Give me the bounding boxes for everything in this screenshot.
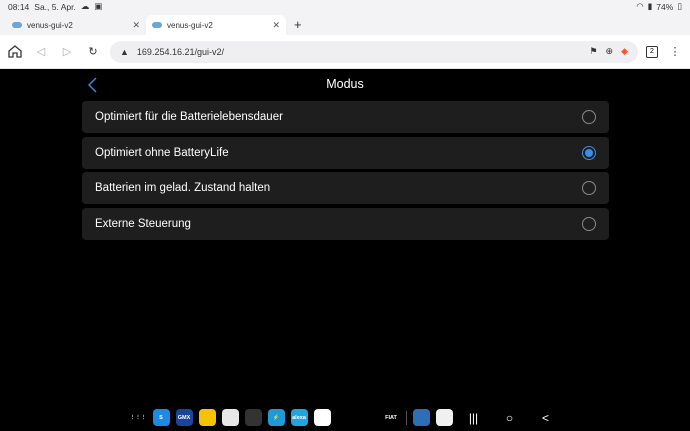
home-button[interactable]: ○ xyxy=(495,409,525,426)
app-bank-icon[interactable] xyxy=(198,409,216,426)
gui-page: Modus Optimiert für die Batterielebensda… xyxy=(0,69,690,404)
brave-shield-icon[interactable]: ◆ xyxy=(621,46,628,57)
browser-toolbar: ◁ ▷ ↻ ▲ 169.254.16.21/gui-v2/ ⚑ ⊕ ◆ 2 ⋮ xyxy=(0,35,690,69)
tab-title: venus-gui-v2 xyxy=(167,20,213,30)
radio-button[interactable] xyxy=(582,216,596,231)
close-tab-icon[interactable]: ✕ xyxy=(132,20,140,31)
radio-button[interactable] xyxy=(582,145,596,160)
signal-icon: ▮ xyxy=(647,1,653,11)
option-label: Batterien im gelad. Zustand halten xyxy=(95,182,271,194)
mode-option[interactable]: Optimiert für die Batterielebensdauer xyxy=(82,101,609,133)
app-s-icon[interactable]: S xyxy=(152,409,170,426)
app-alexa-icon[interactable]: alexa xyxy=(290,409,308,426)
radio-button[interactable] xyxy=(582,181,596,195)
mode-option[interactable]: Batterien im gelad. Zustand halten xyxy=(82,172,609,204)
wifi-icon: ◠ xyxy=(636,1,644,11)
favicon-icon xyxy=(12,22,22,28)
new-tab-button[interactable]: + xyxy=(286,15,310,35)
mode-list: Optimiert für die Batterielebensdauer Op… xyxy=(82,101,609,243)
app-victron-icon[interactable] xyxy=(412,409,430,426)
menu-icon[interactable]: ⋮ xyxy=(666,43,684,61)
back-nav-button[interactable]: < xyxy=(531,409,561,426)
mode-option[interactable]: Optimiert ohne BatteryLife xyxy=(82,136,609,169)
cloud-icon: ☁ xyxy=(80,1,90,11)
app-homeassistant-icon[interactable] xyxy=(435,409,453,426)
tab-count[interactable]: 2 xyxy=(646,45,658,58)
tab-bar: venus-gui-v2 ✕ venus-gui-v2 ✕ + xyxy=(0,13,690,35)
mode-option[interactable]: Externe Steuerung xyxy=(82,207,609,240)
app-script-icon[interactable] xyxy=(336,409,354,426)
taskbar-dock: ⋮⋮⋮ S GMX ⚡ alexa FIAT ||| ○ < xyxy=(0,404,690,431)
app-record-icon[interactable] xyxy=(221,409,239,426)
app-home-icon[interactable] xyxy=(313,409,331,426)
bookmark-icon[interactable]: ⚑ xyxy=(589,46,597,57)
apps-grid-icon[interactable]: ⋮⋮⋮ xyxy=(129,409,147,426)
address-bar[interactable]: ▲ 169.254.16.21/gui-v2/ ⚑ ⊕ ◆ xyxy=(110,40,638,63)
forward-icon[interactable]: ▷ xyxy=(58,43,76,61)
app-loop-icon[interactable] xyxy=(359,409,377,426)
page-title: Modus xyxy=(326,77,364,91)
download-icon[interactable]: ⊕ xyxy=(606,46,614,57)
option-label: Optimiert ohne BatteryLife xyxy=(95,146,229,159)
radio-button[interactable] xyxy=(582,110,596,124)
dock-divider xyxy=(405,410,407,425)
image-icon: ▣ xyxy=(94,1,103,11)
app-bolt-icon[interactable]: ⚡ xyxy=(267,409,285,426)
home-icon[interactable] xyxy=(6,43,24,61)
option-label: Optimiert für die Batterielebensdauer xyxy=(95,111,283,123)
recents-button[interactable]: ||| xyxy=(459,409,489,426)
battery-icon: ▯ xyxy=(677,1,682,11)
url-text[interactable]: 169.254.16.21/gui-v2/ xyxy=(137,47,582,57)
tab-title: venus-gui-v2 xyxy=(27,20,73,30)
app-dot-icon[interactable] xyxy=(244,409,262,426)
warning-icon: ▲ xyxy=(120,46,129,57)
back-icon[interactable]: ◁ xyxy=(32,43,50,61)
status-bar: 08:14 Sa., 5. Apr. ☁ ▣ ◠ ▮ 74% ▯ xyxy=(0,0,690,13)
close-tab-icon[interactable]: ✕ xyxy=(272,20,280,31)
option-label: Externe Steuerung xyxy=(95,217,191,230)
app-gmx-icon[interactable]: GMX xyxy=(175,409,193,426)
reload-icon[interactable]: ↻ xyxy=(84,43,102,61)
status-date: Sa., 5. Apr. xyxy=(34,1,76,12)
app-fiat-icon[interactable]: FIAT xyxy=(382,409,400,426)
browser-tab-1[interactable]: venus-gui-v2 ✕ xyxy=(6,15,146,35)
browser-tab-2[interactable]: venus-gui-v2 ✕ xyxy=(146,15,286,35)
battery-level: 74% xyxy=(656,1,674,12)
status-time: 08:14 xyxy=(8,1,30,12)
favicon-icon xyxy=(152,22,162,28)
